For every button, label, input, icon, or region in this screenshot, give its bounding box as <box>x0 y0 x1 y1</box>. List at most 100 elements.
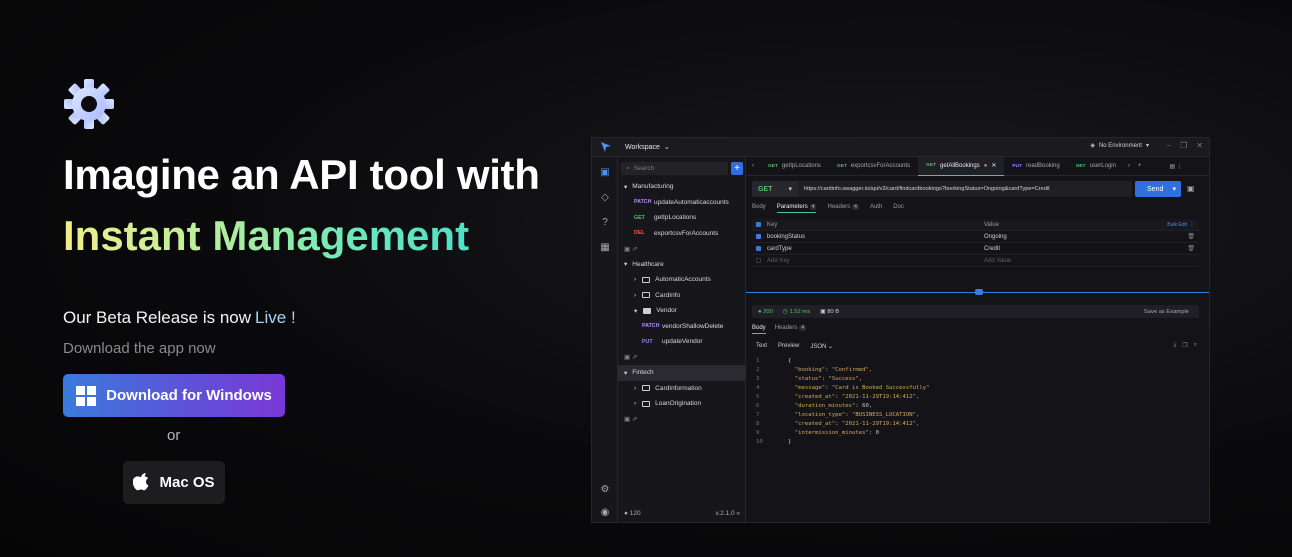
line-number: 9 <box>756 430 760 436</box>
response-size: ▣ 80 B <box>820 308 840 315</box>
send-button[interactable]: Send ▾ <box>1135 181 1181 197</box>
layers-icon[interactable]: ◇ <box>598 190 612 204</box>
caret-down-icon[interactable]: ▾ <box>1172 185 1176 193</box>
param-checkbox[interactable] <box>756 246 761 251</box>
line-number: 6 <box>756 403 760 409</box>
download-windows-button[interactable]: Download for Windows <box>63 374 285 417</box>
format-json[interactable]: JSON ⌄ <box>810 343 833 350</box>
tab-getiplocations[interactable]: GET getIpLocations <box>760 157 829 176</box>
add-key-input[interactable]: Add Key <box>767 258 984 264</box>
search-placeholder: Search <box>633 165 655 172</box>
tab-getallbookings[interactable]: GET getAllBookings ● ✕ <box>918 156 1005 176</box>
format-preview[interactable]: Preview <box>778 343 799 350</box>
tab-method: GET <box>768 163 778 169</box>
folder-item[interactable]: › CardInfo <box>618 288 746 304</box>
new-tab-icon[interactable]: + <box>1134 157 1146 176</box>
response-tab-headers[interactable]: Headers 4 <box>775 325 807 334</box>
request-item[interactable]: PATCH vendorShallowDelete <box>618 319 746 335</box>
close-tab-icon[interactable]: ✕ <box>991 162 996 169</box>
download-icon[interactable]: ⤓ <box>1174 342 1177 349</box>
caret-down-icon: ▾ <box>1145 143 1149 149</box>
download-mac-label: Mac OS <box>159 474 215 491</box>
environment-selector[interactable]: ◈ No Environment ▾ <box>1090 142 1149 150</box>
maximize-icon[interactable]: ❐ <box>1180 141 1187 150</box>
minimize-icon[interactable]: – <box>1167 141 1171 150</box>
json-key: "intermission_minutes" <box>794 430 869 436</box>
collapse-sidebar-icon[interactable]: « <box>736 510 740 517</box>
request-item[interactable]: PUT updateVendor <box>618 334 746 350</box>
param-key[interactable]: cardType <box>767 246 984 252</box>
collection-actions-icon: ▣ ⇗ <box>624 245 638 253</box>
json-key: "booking" <box>794 367 826 373</box>
trash-icon[interactable]: 🗑 <box>1187 233 1195 240</box>
tab-readbooking[interactable]: PUT readBooking <box>1004 157 1067 176</box>
param-key[interactable]: bookingStatus <box>767 234 984 240</box>
add-collection-button[interactable]: + <box>731 162 743 175</box>
folder-item[interactable]: › CardInformation <box>618 381 746 397</box>
search-response-icon[interactable]: ⌕ <box>1194 342 1197 349</box>
response-tab-body[interactable]: Body <box>752 325 766 334</box>
json-key: "created_at" <box>794 394 836 400</box>
count-badge: 4 <box>852 204 859 210</box>
tabs-scroll-right-icon[interactable]: › <box>1124 157 1134 176</box>
url-input[interactable]: https://cardinfo.swagger.io/api/v3/card/… <box>798 186 1050 192</box>
folder-item[interactable]: › AutomaticAccounts <box>618 272 746 288</box>
grid-icon[interactable]: ▦ <box>598 240 612 254</box>
request-item[interactable]: DEL exportcsvForAccounts <box>618 226 746 242</box>
response-size-value: 80 B <box>827 308 840 315</box>
code-line: 4 "message": "Card is Booked Successfull… <box>756 385 930 391</box>
workspace-selector[interactable]: Workspace ⌄ <box>625 143 670 152</box>
help-icon[interactable]: ? <box>598 215 612 229</box>
collection-healthcare[interactable]: ▾ Healthcare <box>618 257 746 273</box>
collection-manufacturing[interactable]: ▾ Manufacturing <box>618 179 746 195</box>
tab-userlogin[interactable]: GET userLogin <box>1068 157 1124 176</box>
subtab-headers[interactable]: Headers 4 <box>827 204 859 213</box>
save-as-example-button[interactable]: Save as Example <box>1144 309 1189 315</box>
line-number: 8 <box>756 421 760 427</box>
resize-handle[interactable] <box>975 289 983 295</box>
code-line: 9 "intermission_minutes": 0 <box>756 430 879 436</box>
tab-exportcsvforaccounts[interactable]: GET exportcsvForAccounts <box>829 157 918 176</box>
collection-fintech[interactable]: ▾ Fintech <box>618 365 746 381</box>
format-text[interactable]: Text <box>756 343 767 350</box>
tab-menu-icon[interactable]: ▤ ⋮ <box>1165 157 1186 176</box>
request-item[interactable]: PATCH updateAutomaticaccounts <box>618 195 746 211</box>
github-link[interactable]: ● 120 <box>624 510 641 517</box>
pane-resizer[interactable] <box>746 289 1209 295</box>
collections-icon[interactable]: ▣ <box>598 165 612 179</box>
profile-icon[interactable]: ◉ <box>598 505 612 519</box>
folder-label: CardInformation <box>655 384 702 392</box>
subtab-parameters[interactable]: Parameters 4 <box>776 204 817 213</box>
param-checkbox[interactable] <box>756 234 761 239</box>
save-icon[interactable]: ▣ <box>1187 184 1197 194</box>
settings-icon[interactable]: ⚙ <box>598 482 612 496</box>
live-link[interactable]: Live ! <box>255 308 296 327</box>
request-item[interactable]: GET getIpLocations <box>618 210 746 226</box>
subtab-body[interactable]: Body <box>752 204 766 213</box>
folder-item[interactable]: ▾ Vendor <box>618 303 746 319</box>
more-icon[interactable]: ⋮ <box>1189 221 1195 228</box>
select-all-checkbox[interactable] <box>756 222 761 227</box>
trash-icon[interactable]: 🗑 <box>1187 245 1195 252</box>
collection-actions[interactable]: ▣ ⇗ <box>618 350 746 366</box>
tabs-scroll-left-icon[interactable]: ‹ <box>746 157 760 176</box>
param-checkbox[interactable] <box>756 258 761 263</box>
add-value-input[interactable]: Add Value <box>984 258 1199 264</box>
title-bar: Workspace ⌄ ◈ No Environment ▾ – ❐ ✕ <box>592 138 1209 157</box>
collection-actions[interactable]: ▣ ⇗ <box>618 412 746 428</box>
close-icon[interactable]: ✕ <box>1196 141 1203 150</box>
collection-actions[interactable]: ▣ ⇗ <box>618 241 746 257</box>
subtab-auth[interactable]: Auth <box>870 204 882 213</box>
subtab-doc[interactable]: Doc <box>893 204 904 213</box>
response-tabs: Body Headers 4 <box>752 325 807 334</box>
method-selector[interactable]: GET ▾ <box>752 181 798 197</box>
windows-icon <box>76 385 97 406</box>
bulk-edit-link[interactable]: Bulk Edit <box>1167 222 1187 228</box>
download-mac-button[interactable]: Mac OS <box>123 461 225 504</box>
param-value[interactable]: Credit <box>984 246 1199 252</box>
tab-method: PUT <box>1012 163 1022 169</box>
copy-icon[interactable]: ❐ <box>1182 342 1187 349</box>
param-value[interactable]: Ongoing <box>984 234 1199 240</box>
search-input[interactable]: ⌕ Search <box>621 162 728 175</box>
folder-item[interactable]: › LoanOrigination <box>618 396 746 412</box>
